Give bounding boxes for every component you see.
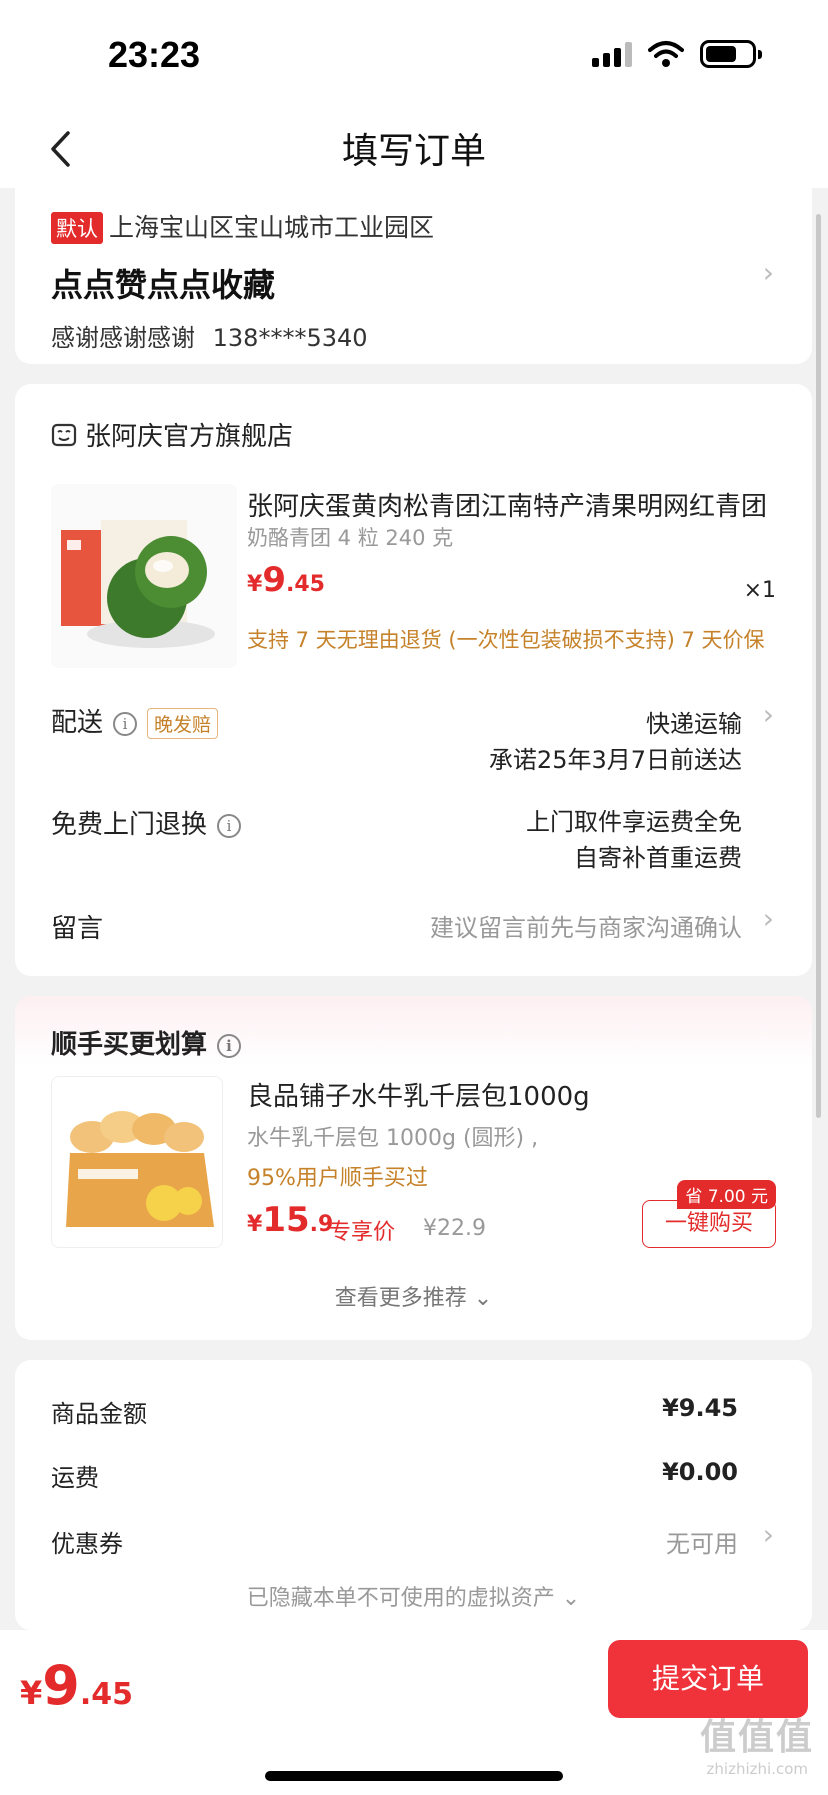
delivery-row: 配送 i 晚发赔	[51, 702, 219, 739]
info-icon[interactable]: i	[217, 1033, 242, 1058]
recommendation-card: 顺手买更划算 i 良品铺子水牛乳千层包1000g 水牛乳千层包 1000g (圆形…	[15, 996, 812, 1340]
delivery-promise: 承诺25年3月7日前送达	[488, 746, 742, 774]
save-amount-badge: 省 7.00 元	[677, 1180, 776, 1209]
product-service-note: 支持 7 天无理由退货 (一次性包装破损不支持) 7 天价保	[247, 628, 765, 652]
exclusive-price-label: 专享价	[329, 1220, 396, 1245]
product-image[interactable]	[51, 484, 237, 668]
status-time: 23:23	[108, 34, 201, 75]
address-contact: 感谢感谢感谢 138****5340	[51, 318, 368, 353]
goods-amount-label: 商品金额	[51, 1400, 147, 1428]
return-service-line1: 上门取件享运费全免	[526, 808, 742, 836]
home-indicator[interactable]	[265, 1771, 563, 1781]
coupon-value[interactable]: 无可用	[666, 1524, 738, 1559]
default-address-badge: 默认	[51, 212, 103, 244]
address-detail: 点点赞点点收藏	[51, 266, 276, 304]
store-icon	[51, 423, 77, 446]
address-card[interactable]: 默认 上海宝山区宝山城市工业园区 点点赞点点收藏 感谢感谢感谢 138****5…	[15, 188, 812, 364]
late-compensation-badge: 晚发赔	[147, 708, 219, 739]
store-name: 张阿庆官方旗舰店	[85, 422, 294, 452]
product-quantity: ×1	[743, 578, 776, 603]
page-title: 填写订单	[341, 131, 486, 172]
order-card: 张阿庆官方旗舰店 张阿庆蛋黄肉松青团江南特产清果明网红青团 奶酪青团 4 粒 2…	[15, 384, 812, 976]
contact-name: 感谢感谢感谢	[51, 324, 195, 352]
shipping-value: ¥0.00	[662, 1458, 738, 1486]
total-price: ¥9.45	[20, 1654, 133, 1717]
chevron-right-icon: ›	[762, 698, 774, 731]
recommendation-spec: 水牛乳千层包 1000g (圆形) ,	[247, 1126, 539, 1151]
product-price: ¥9.45	[247, 560, 325, 600]
address-region: 上海宝山区宝山城市工业园区	[109, 213, 435, 242]
goods-amount-value: ¥9.45	[662, 1394, 738, 1422]
hidden-assets-link[interactable]: 已隐藏本单不可使用的虚拟资产 ⌄	[15, 1580, 812, 1612]
info-icon[interactable]: i	[217, 813, 242, 838]
status-bar: 23:23	[0, 0, 828, 110]
delivery-method[interactable]: 快递运输	[646, 704, 742, 739]
watermark-logo: 值值值	[699, 1717, 814, 1758]
status-icons	[592, 40, 762, 68]
contact-phone: 138****5340	[212, 324, 368, 352]
return-service-row: 免费上门退换 i	[51, 804, 242, 841]
recommendation-name[interactable]: 良品铺子水牛乳千层包1000g	[247, 1076, 590, 1113]
recommendation-image[interactable]	[51, 1076, 223, 1248]
battery-icon	[700, 40, 762, 68]
recommendation-title: 顺手买更划算 i	[51, 1024, 242, 1061]
product-title[interactable]: 张阿庆蛋黄肉松青团江南特产清果明网红青团	[247, 486, 777, 523]
coupon-label: 优惠券	[51, 1530, 123, 1558]
recommendation-price: ¥15.9	[247, 1200, 334, 1240]
nav-bar: 填写订单	[0, 110, 828, 188]
chevron-right-icon: ›	[762, 256, 774, 289]
more-recommendations-link[interactable]: 查看更多推荐 ⌄	[15, 1280, 812, 1312]
return-service-line2: 自寄补首重运费	[574, 844, 742, 872]
chevron-right-icon: ›	[762, 1518, 774, 1551]
summary-card: 商品金额 ¥9.45 运费 ¥0.00 优惠券 无可用 › 已隐藏本单不可使用的…	[15, 1360, 812, 1630]
recommendation-bought: 95%用户顺手买过	[247, 1166, 428, 1191]
scrollbar[interactable]	[816, 214, 821, 1118]
signal-icon	[592, 41, 632, 67]
shipping-label: 运费	[51, 1464, 99, 1492]
bottom-bar: ¥9.45 提交订单 值值值 zhizhizhi.com	[0, 1630, 828, 1795]
watermark-url: zhizhizhi.com	[706, 1760, 808, 1778]
product-spec: 奶酪青团 4 粒 240 克	[247, 526, 454, 550]
store-header[interactable]: 张阿庆官方旗舰店	[51, 416, 293, 453]
original-price: ¥22.9	[423, 1216, 486, 1241]
message-input[interactable]: 建议留言前先与商家沟通确认	[430, 908, 742, 943]
chevron-right-icon: ›	[762, 902, 774, 935]
wifi-icon	[648, 41, 684, 67]
submit-order-button[interactable]: 提交订单	[608, 1640, 808, 1718]
info-icon[interactable]: i	[113, 711, 138, 736]
return-service-label: 免费上门退换	[51, 810, 208, 840]
delivery-label: 配送	[51, 708, 104, 738]
message-label: 留言	[51, 914, 104, 944]
